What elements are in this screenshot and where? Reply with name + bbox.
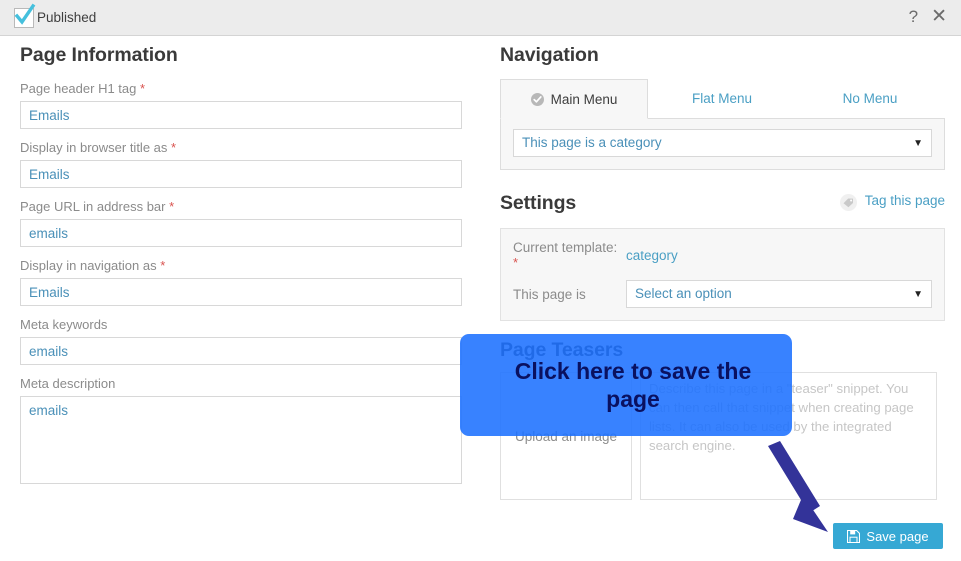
field-page-url: Page URL in address bar * (20, 199, 462, 247)
label-text: Page URL in address bar (20, 199, 166, 214)
teaser-text-textarea[interactable]: Describe this page in a "teaser" snippet… (640, 372, 937, 500)
tab-flat-menu[interactable]: Flat Menu (648, 78, 796, 118)
floppy-disk-icon (847, 529, 861, 543)
label-meta-keywords: Meta keywords (20, 317, 108, 332)
label-page-header-h1: Page header H1 tag * (20, 81, 462, 96)
navigation-heading: Navigation (500, 44, 599, 66)
checkmark-icon (14, 3, 36, 25)
field-page-header-h1: Page header H1 tag * (20, 81, 462, 129)
upload-image-label: Upload an image (514, 428, 618, 444)
published-checkbox[interactable] (14, 3, 36, 28)
field-navigation-title: Display in navigation as * (20, 258, 462, 306)
label-text: Display in navigation as (20, 258, 157, 273)
required-marker: * (160, 258, 166, 273)
check-circle-icon (530, 92, 544, 106)
current-template-label: Current template: * (513, 240, 626, 270)
label-text: Current template: (513, 240, 618, 255)
field-meta-keywords: Meta keywords (20, 317, 462, 365)
window-topbar: Published ? ✕ (0, 0, 961, 36)
field-browser-title: Display in browser title as * (20, 140, 462, 188)
close-icon[interactable]: ✕ (931, 7, 947, 27)
required-marker: * (171, 140, 177, 155)
this-page-is-label: This page is (513, 286, 586, 302)
tag-icon (839, 194, 857, 211)
published-label: Published (37, 10, 97, 25)
label-text: Display in browser title as (20, 140, 168, 155)
right-column: Navigation Main Menu Flat Menu No Menu T… (500, 44, 945, 500)
required-marker: * (169, 199, 175, 214)
label-text: Page header H1 tag (20, 81, 137, 96)
tab-label: No Menu (842, 90, 898, 106)
tab-label: Flat Menu (691, 90, 753, 106)
tab-label: Main Menu (550, 91, 618, 107)
navigation-tablist: Main Menu Flat Menu No Menu (500, 79, 945, 119)
required-marker: * (513, 255, 519, 270)
page-teasers-section: Page Teasers Upload an image Describe th… (500, 339, 945, 500)
label-meta-description: Meta description (20, 376, 116, 391)
navigation-tabs-wrapper: Main Menu Flat Menu No Menu This page is… (500, 79, 945, 170)
published-checkbox-group[interactable]: Published (14, 3, 97, 28)
label-navigation-title: Display in navigation as * (20, 258, 462, 273)
chevron-down-icon: ▼ (913, 289, 923, 300)
page-category-select[interactable]: This page is a category ▼ (513, 129, 932, 157)
browser-title-input[interactable] (20, 160, 462, 188)
chevron-down-icon: ▼ (913, 138, 923, 149)
this-page-is-row: This page is Select an option ▼ (513, 280, 932, 308)
page-teasers-heading: Page Teasers (500, 339, 624, 361)
required-marker: * (140, 81, 146, 96)
tab-main-menu[interactable]: Main Menu (500, 79, 648, 119)
settings-panel: Current template: * category This page i… (500, 228, 945, 321)
label-browser-title: Display in browser title as * (20, 140, 462, 155)
page-header-h1-input[interactable] (20, 101, 462, 129)
question-mark-icon[interactable]: ? (909, 7, 918, 27)
navigation-title-input[interactable] (20, 278, 462, 306)
topbar-icon-group: ? ✕ (909, 7, 947, 27)
this-page-is-select-value: Select an option (635, 286, 732, 301)
navigation-tabpanel: This page is a category ▼ (500, 119, 945, 170)
current-template-row: Current template: * category (513, 240, 932, 270)
current-template-value[interactable]: category (626, 248, 678, 263)
page-url-input[interactable] (20, 219, 462, 247)
tag-this-page-link[interactable]: Tag this page (839, 192, 945, 211)
page-teasers-row: Upload an image Describe this page in a … (500, 372, 945, 500)
label-page-url: Page URL in address bar * (20, 199, 462, 214)
save-page-label: Save page (866, 528, 929, 544)
field-meta-description: Meta description emails (20, 376, 462, 484)
page-category-select-value: This page is a category (522, 135, 662, 150)
page-information-column: Page Information Page header H1 tag * Di… (20, 44, 462, 495)
this-page-is-select[interactable]: Select an option ▼ (626, 280, 932, 308)
meta-keywords-input[interactable] (20, 337, 462, 365)
settings-heading: Settings (500, 192, 577, 214)
meta-description-textarea[interactable]: emails (20, 396, 462, 484)
page-information-heading: Page Information (20, 44, 178, 66)
save-page-button[interactable]: Save page (833, 523, 943, 549)
settings-header-row: Settings Tag this page (500, 192, 945, 215)
upload-image-dropzone[interactable]: Upload an image (500, 372, 632, 500)
tag-this-page-label: Tag this page (864, 193, 945, 208)
page-editor-window: Published ? ✕ Page Information Page head… (0, 0, 961, 561)
tab-no-menu[interactable]: No Menu (796, 78, 944, 118)
